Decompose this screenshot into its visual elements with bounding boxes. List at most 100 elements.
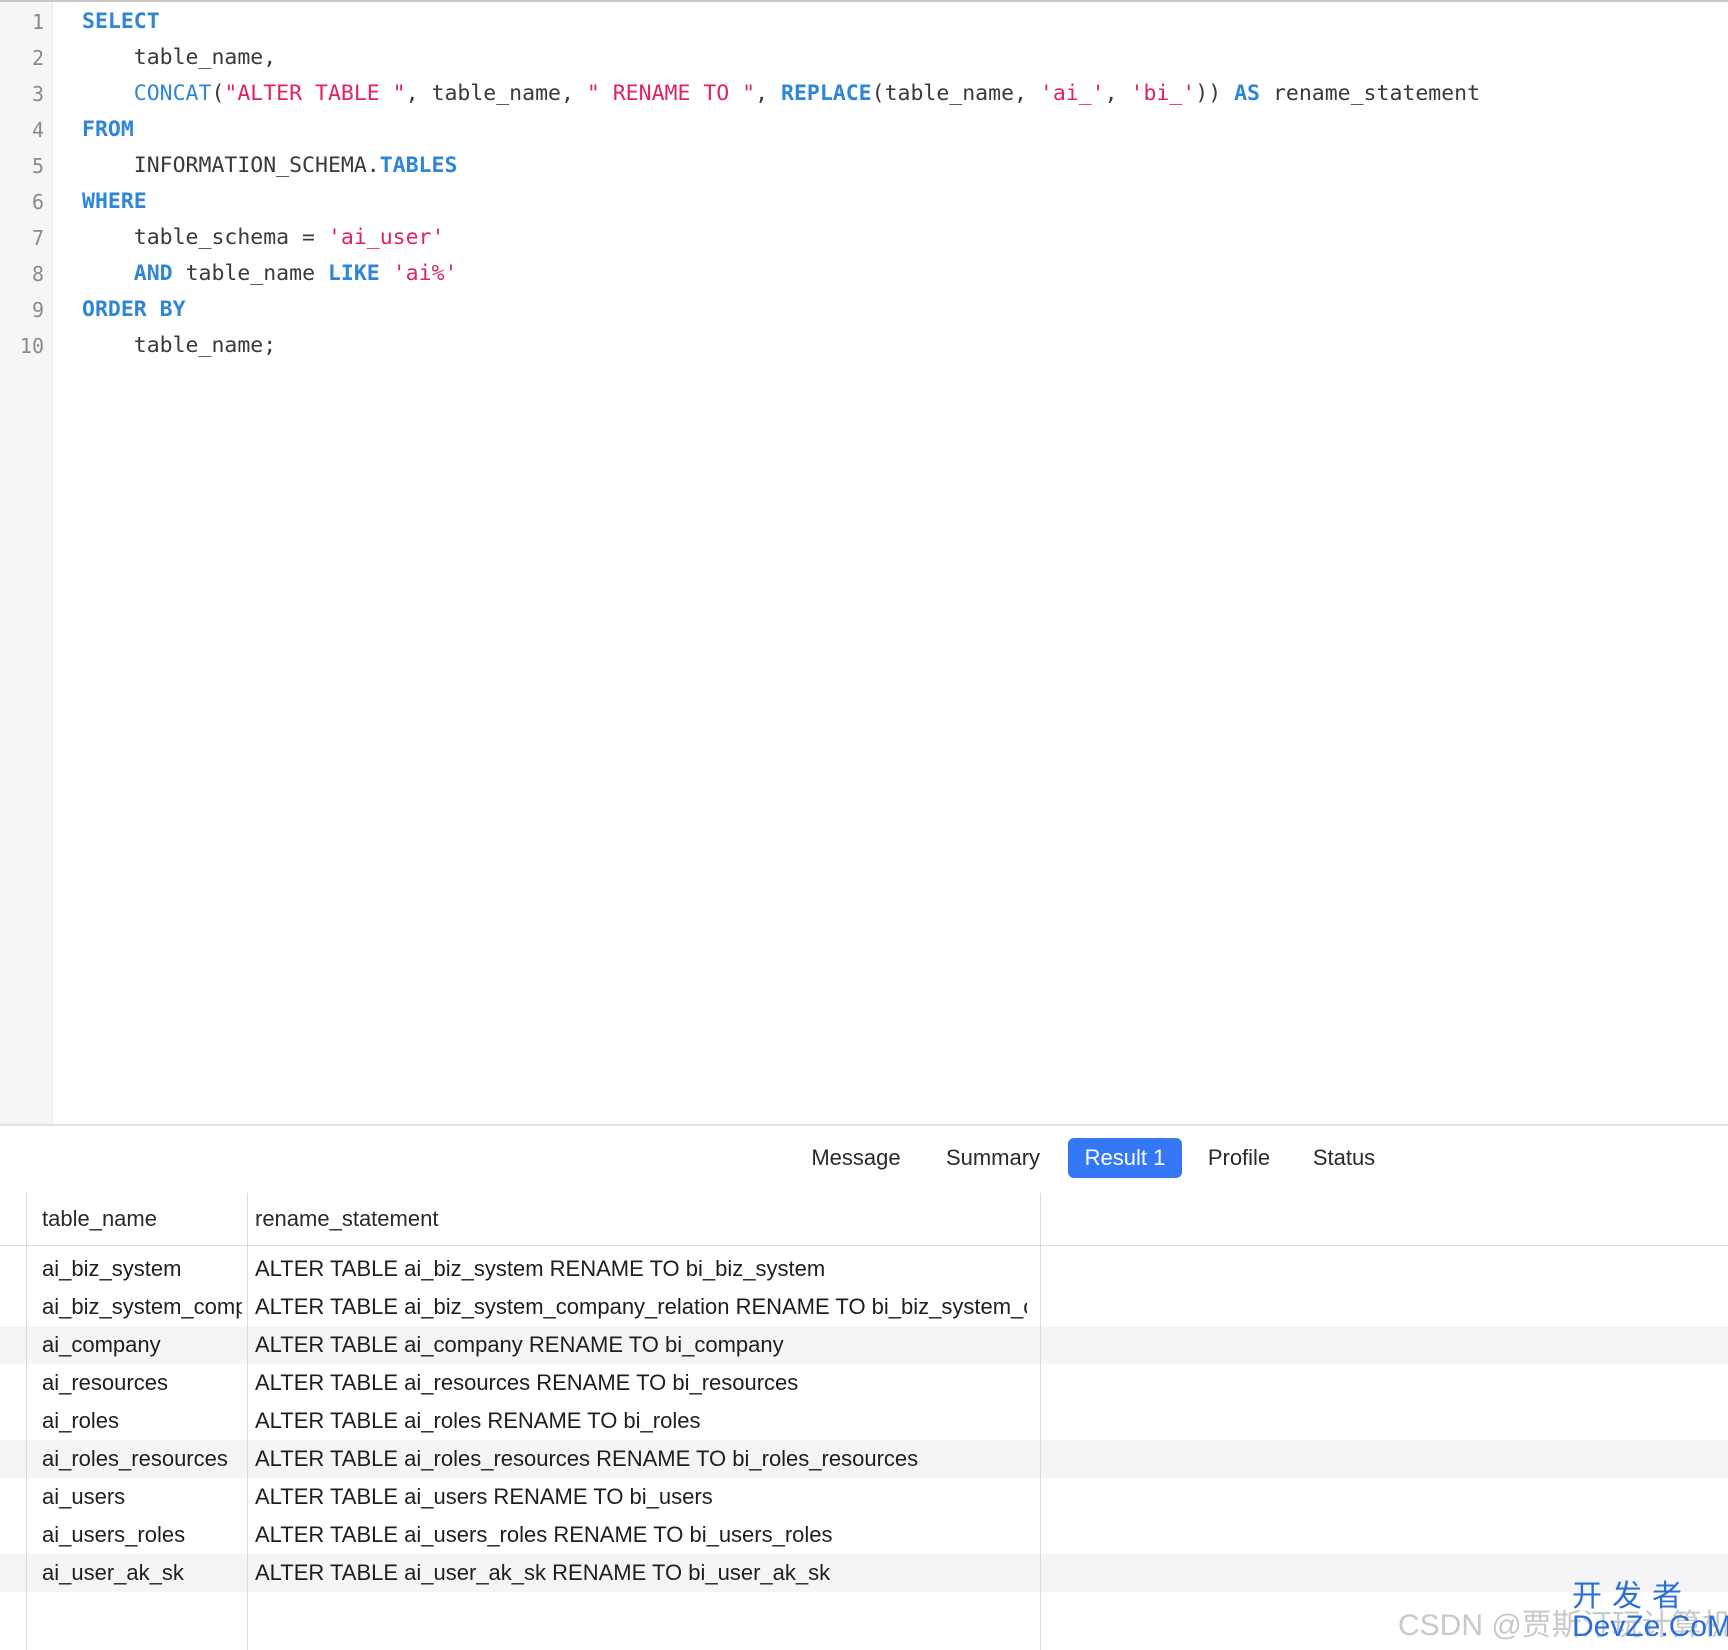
- code-token: 'bi_': [1130, 81, 1196, 106]
- code-line[interactable]: 5 INFORMATION_SCHEMA.TABLES: [0, 148, 1728, 184]
- line-number: 10: [19, 334, 44, 358]
- table-row[interactable]: ai_users ALTER TABLE ai_users RENAME TO b…: [0, 1478, 1728, 1516]
- table-row[interactable]: ai_company ALTER TABLE ai_company RENAME …: [0, 1326, 1728, 1364]
- code-token: ORDER BY: [82, 297, 186, 322]
- code-text: WHERE: [82, 184, 147, 220]
- code-line[interactable]: 1 SELECT: [0, 4, 1728, 40]
- logo-chinese-text: 开发者: [1572, 1580, 1692, 1613]
- line-number: 9: [31, 298, 44, 322]
- code-token: LIKE: [327, 261, 380, 286]
- code-token: (: [211, 81, 225, 106]
- tab-result-1[interactable]: Result 1: [1068, 1138, 1182, 1178]
- cell-table-name[interactable]: ai_biz_system_company_relation: [42, 1288, 242, 1326]
- logo-english-text: DevZe.CoM: [1572, 1610, 1728, 1643]
- cell-table-name[interactable]: ai_user_ak_sk: [42, 1554, 242, 1592]
- table-row[interactable]: ai_user_ak_sk ALTER TABLE ai_user_ak_sk R…: [0, 1554, 1728, 1592]
- code-token: AND: [133, 261, 173, 286]
- line-number: 3: [31, 82, 44, 106]
- code-token: table_name;: [82, 333, 277, 358]
- cell-rename-statement[interactable]: ALTER TABLE ai_company RENAME TO bi_comp…: [255, 1326, 1027, 1364]
- code-line[interactable]: 2 table_name,: [0, 40, 1728, 76]
- tab-profile[interactable]: Profile: [1200, 1138, 1278, 1178]
- code-token: CONCAT: [133, 81, 212, 106]
- code-token: ,: [755, 81, 782, 106]
- tab-summary[interactable]: Summary: [936, 1138, 1050, 1178]
- code-token: table_schema =: [82, 225, 328, 250]
- code-token: (table_name,: [871, 81, 1040, 106]
- code-token: INFORMATION_SCHEMA.: [82, 153, 380, 178]
- code-token: 'ai_': [1039, 81, 1105, 106]
- sql-editor[interactable]: 1 SELECT 2 table_name, 3 CONCAT("ALTER TABL…: [0, 2, 1728, 1124]
- cell-table-name[interactable]: ai_roles: [42, 1402, 242, 1440]
- table-row[interactable]: ai_biz_system_company_relation ALTER TABL…: [0, 1288, 1728, 1326]
- code-token: 'ai_user': [327, 225, 445, 250]
- code-text: AND table_name LIKE 'ai%': [82, 256, 458, 292]
- code-line[interactable]: 8 AND table_name LIKE 'ai%': [0, 256, 1728, 292]
- code-token: , table_name,: [405, 81, 587, 106]
- code-token: )): [1195, 81, 1235, 106]
- line-number: 1: [31, 10, 44, 34]
- code-token: 'ai%': [392, 261, 458, 286]
- cell-rename-statement[interactable]: ALTER TABLE ai_biz_system_company_relati…: [255, 1288, 1027, 1326]
- cell-rename-statement[interactable]: ALTER TABLE ai_users RENAME TO bi_users: [255, 1478, 1027, 1516]
- code-line[interactable]: 7 table_schema = 'ai_user': [0, 220, 1728, 256]
- column-header-table-name[interactable]: table_name: [42, 1193, 242, 1245]
- column-header-rename-statement[interactable]: rename_statement: [255, 1193, 1035, 1245]
- code-text: table_schema = 'ai_user': [82, 220, 445, 256]
- tab-status[interactable]: Status: [1300, 1138, 1388, 1178]
- cell-table-name[interactable]: ai_users: [42, 1478, 242, 1516]
- line-number: 2: [31, 46, 44, 70]
- code-line[interactable]: 10 table_name;: [0, 328, 1728, 364]
- cell-rename-statement[interactable]: ALTER TABLE ai_biz_system RENAME TO bi_b…: [255, 1250, 1027, 1288]
- table-row[interactable]: ai_biz_system ALTER TABLE ai_biz_system R…: [0, 1250, 1728, 1288]
- code-line[interactable]: 3 CONCAT("ALTER TABLE ", table_name, " R…: [0, 76, 1728, 112]
- cell-table-name[interactable]: ai_roles_resources: [42, 1440, 242, 1478]
- line-number: 6: [31, 190, 44, 214]
- code-text: SELECT: [82, 4, 160, 40]
- cell-rename-statement[interactable]: ALTER TABLE ai_users_roles RENAME TO bi_…: [255, 1516, 1027, 1554]
- code-line[interactable]: 9 ORDER BY: [0, 292, 1728, 328]
- cell-table-name[interactable]: ai_company: [42, 1326, 242, 1364]
- code-token: AS: [1234, 81, 1260, 106]
- line-number: 5: [31, 154, 44, 178]
- code-text: table_name,: [82, 40, 276, 76]
- line-number: 7: [31, 226, 44, 250]
- code-token: table_name: [172, 261, 328, 286]
- code-token: "ALTER TABLE ": [224, 81, 406, 106]
- devze-logo: 开发者 DevZe.CoM: [1572, 1580, 1728, 1644]
- column-divider[interactable]: [247, 1193, 248, 1650]
- cell-rename-statement[interactable]: ALTER TABLE ai_roles_resources RENAME TO…: [255, 1440, 1027, 1478]
- code-token: rename_statement: [1260, 81, 1481, 106]
- table-row[interactable]: ai_roles ALTER TABLE ai_roles RENAME TO b…: [0, 1402, 1728, 1440]
- cell-table-name[interactable]: ai_resources: [42, 1364, 242, 1402]
- line-number: 8: [31, 262, 44, 286]
- code-text: INFORMATION_SCHEMA.TABLES: [82, 148, 458, 184]
- result-grid: ai_biz_system ALTER TABLE ai_biz_system R…: [0, 1193, 1728, 1650]
- code-text: table_name;: [82, 328, 276, 364]
- column-divider[interactable]: [1040, 1193, 1041, 1650]
- table-row[interactable]: ai_roles_resources ALTER TABLE ai_roles_r…: [0, 1440, 1728, 1478]
- cell-rename-statement[interactable]: ALTER TABLE ai_roles RENAME TO bi_roles: [255, 1402, 1027, 1440]
- table-row[interactable]: ai_resources ALTER TABLE ai_resources REN…: [0, 1364, 1728, 1402]
- tab-message[interactable]: Message: [800, 1138, 912, 1178]
- line-number: 4: [31, 118, 44, 142]
- code-token: " RENAME TO ": [586, 81, 756, 106]
- code-line[interactable]: 4 FROM: [0, 112, 1728, 148]
- code-token: FROM: [82, 117, 134, 142]
- code-text: ORDER BY: [82, 292, 186, 328]
- row-selector-divider: [26, 1193, 27, 1650]
- code-line[interactable]: 6 WHERE: [0, 184, 1728, 220]
- table-row[interactable]: ai_users_roles ALTER TABLE ai_users_roles…: [0, 1516, 1728, 1554]
- code-token: table_name,: [82, 45, 277, 70]
- code-text: FROM: [82, 112, 134, 148]
- cell-table-name[interactable]: ai_users_roles: [42, 1516, 242, 1554]
- code-token: ,: [1104, 81, 1131, 106]
- cell-rename-statement[interactable]: ALTER TABLE ai_resources RENAME TO bi_re…: [255, 1364, 1027, 1402]
- cell-table-name[interactable]: ai_biz_system: [42, 1250, 242, 1288]
- cell-rename-statement[interactable]: ALTER TABLE ai_user_ak_sk RENAME TO bi_u…: [255, 1554, 1027, 1592]
- code-token: TABLES: [379, 153, 458, 178]
- header-divider: [0, 1245, 1728, 1246]
